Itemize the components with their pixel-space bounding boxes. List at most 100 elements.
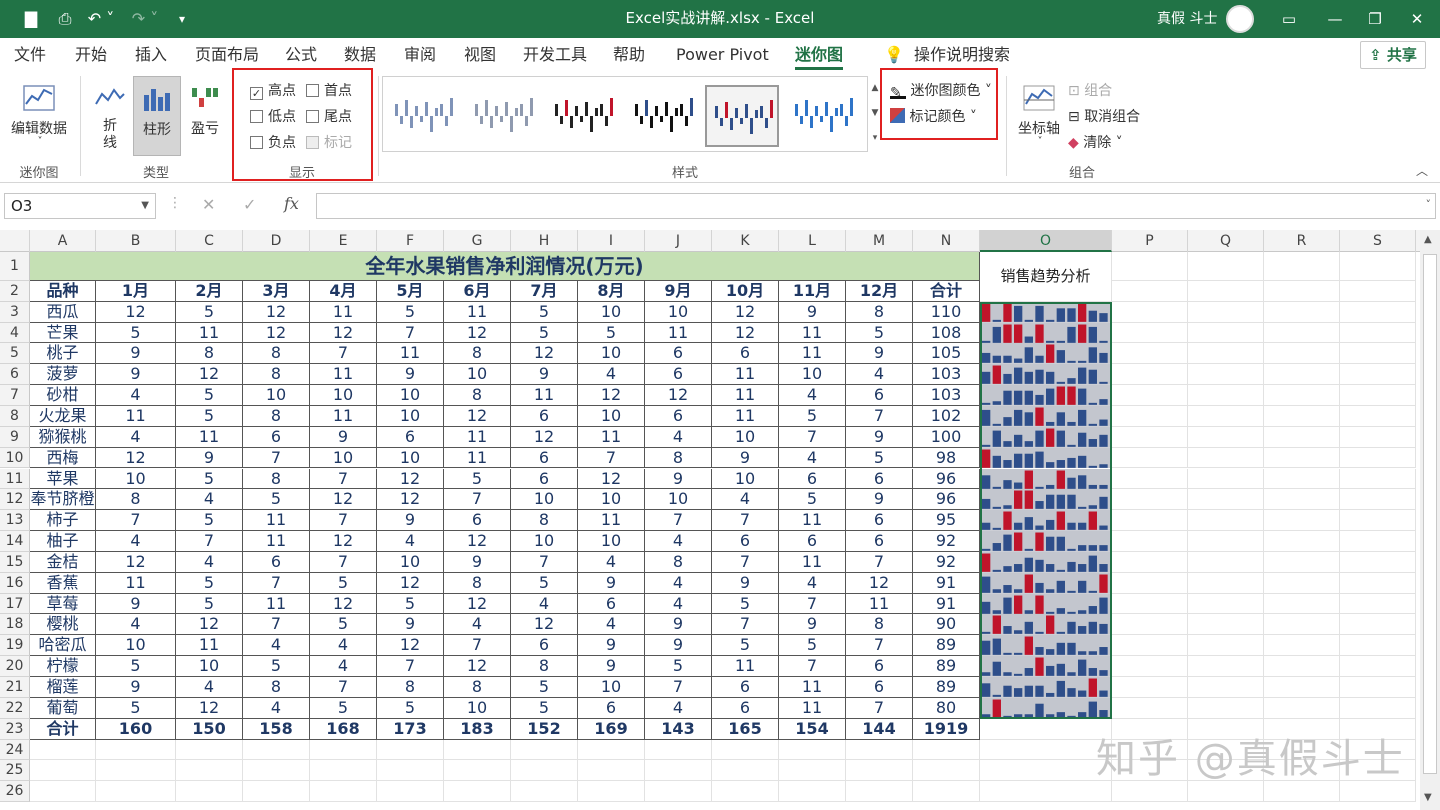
- style-thumb-5[interactable]: [705, 85, 779, 147]
- cell[interactable]: [1188, 531, 1264, 552]
- tab-data[interactable]: 数据: [344, 38, 376, 72]
- month-value[interactable]: 8: [96, 489, 176, 511]
- sheet-title[interactable]: 全年水果销售净利润情况(万元): [30, 252, 980, 281]
- month-value[interactable]: 11: [176, 322, 243, 344]
- month-value[interactable]: 5: [243, 656, 310, 677]
- cell[interactable]: [1340, 489, 1416, 511]
- month-value[interactable]: 10: [377, 385, 444, 406]
- cell[interactable]: [1340, 343, 1416, 365]
- month-value[interactable]: 12: [846, 572, 913, 594]
- cell[interactable]: [1112, 697, 1188, 719]
- group-button[interactable]: ⊡ 组合: [1068, 80, 1112, 100]
- month-value[interactable]: 5: [176, 468, 243, 490]
- month-value[interactable]: 6: [511, 447, 578, 469]
- cell[interactable]: [1264, 252, 1340, 281]
- month-value[interactable]: 10: [578, 531, 645, 552]
- user-name[interactable]: 真假 斗士: [1157, 0, 1217, 38]
- row-total[interactable]: 95: [913, 510, 980, 532]
- month-value[interactable]: 10: [310, 385, 377, 406]
- cell[interactable]: [1340, 551, 1416, 573]
- row-total[interactable]: 89: [913, 635, 980, 657]
- column-total[interactable]: 143: [645, 718, 712, 740]
- month-value[interactable]: 4: [779, 385, 846, 406]
- month-value[interactable]: 5: [578, 322, 645, 344]
- cell[interactable]: [1340, 572, 1416, 594]
- cell[interactable]: [1188, 364, 1264, 386]
- month-value[interactable]: 6: [645, 364, 712, 386]
- row-header[interactable]: 26: [0, 781, 30, 803]
- month-value[interactable]: 6: [712, 697, 779, 719]
- month-value[interactable]: 9: [645, 614, 712, 636]
- cell[interactable]: [712, 760, 779, 782]
- style-thumb-1[interactable]: [387, 85, 461, 147]
- month-value[interactable]: 12: [377, 468, 444, 490]
- month-value[interactable]: 11: [243, 510, 310, 532]
- month-value[interactable]: 7: [176, 531, 243, 552]
- sparkline-cell[interactable]: [980, 510, 1112, 532]
- cell[interactable]: [30, 739, 96, 761]
- cell[interactable]: [1340, 593, 1416, 615]
- month-value[interactable]: 4: [645, 572, 712, 594]
- column-header-k[interactable]: K: [712, 230, 779, 252]
- column-header-c[interactable]: C: [176, 230, 243, 252]
- tab-home[interactable]: 开始: [75, 38, 107, 72]
- column-total[interactable]: 169: [578, 718, 645, 740]
- month-value[interactable]: 8: [444, 343, 511, 365]
- month-value[interactable]: 5: [96, 697, 176, 719]
- month-value[interactable]: 7: [846, 697, 913, 719]
- last-point-checkbox[interactable]: 尾点: [306, 106, 352, 126]
- month-value[interactable]: 6: [712, 531, 779, 552]
- month-value[interactable]: 5: [176, 405, 243, 427]
- month-value[interactable]: 6: [712, 677, 779, 698]
- month-value[interactable]: 11: [176, 426, 243, 448]
- column-total[interactable]: 158: [243, 718, 310, 740]
- cell[interactable]: [176, 760, 243, 782]
- month-value[interactable]: 7: [444, 635, 511, 657]
- fruit-name[interactable]: 榴莲: [30, 677, 96, 698]
- cell[interactable]: [444, 781, 511, 803]
- cell[interactable]: [243, 739, 310, 761]
- tab-page-layout[interactable]: 页面布局: [195, 38, 259, 72]
- month-value[interactable]: 5: [511, 322, 578, 344]
- month-value[interactable]: 6: [444, 510, 511, 532]
- month-value[interactable]: 7: [243, 447, 310, 469]
- cell[interactable]: [1112, 343, 1188, 365]
- row-header[interactable]: 18: [0, 614, 30, 636]
- row-total[interactable]: 105: [913, 343, 980, 365]
- cell[interactable]: [1264, 635, 1340, 657]
- column-title[interactable]: 品种: [30, 280, 96, 302]
- row-total[interactable]: 92: [913, 531, 980, 552]
- tab-review[interactable]: 审阅: [404, 38, 436, 72]
- month-value[interactable]: 11: [712, 405, 779, 427]
- month-value[interactable]: 9: [846, 426, 913, 448]
- month-value[interactable]: 11: [779, 697, 846, 719]
- cell[interactable]: [1264, 280, 1340, 302]
- month-value[interactable]: 6: [846, 677, 913, 698]
- month-value[interactable]: 12: [511, 426, 578, 448]
- restore-icon[interactable]: ❐: [1352, 0, 1398, 38]
- cell[interactable]: [1340, 385, 1416, 406]
- month-value[interactable]: 4: [779, 447, 846, 469]
- row-header[interactable]: 1: [0, 252, 30, 281]
- cell[interactable]: [1112, 385, 1188, 406]
- cell[interactable]: [1188, 781, 1264, 803]
- column-title[interactable]: 2月: [176, 280, 243, 302]
- column-total[interactable]: 165: [712, 718, 779, 740]
- month-value[interactable]: 4: [578, 364, 645, 386]
- month-value[interactable]: 11: [645, 322, 712, 344]
- cell[interactable]: [1188, 572, 1264, 594]
- month-value[interactable]: 5: [779, 405, 846, 427]
- month-value[interactable]: 4: [243, 635, 310, 657]
- month-value[interactable]: 7: [444, 489, 511, 511]
- row-total[interactable]: 90: [913, 614, 980, 636]
- month-value[interactable]: 5: [511, 301, 578, 323]
- sparkline-cell[interactable]: [980, 531, 1112, 552]
- sparkline-cell[interactable]: [980, 468, 1112, 490]
- month-value[interactable]: 6: [846, 510, 913, 532]
- cell[interactable]: [243, 781, 310, 803]
- month-value[interactable]: 11: [377, 343, 444, 365]
- month-value[interactable]: 5: [444, 468, 511, 490]
- cell[interactable]: [1340, 447, 1416, 469]
- month-value[interactable]: 11: [511, 385, 578, 406]
- cell[interactable]: [779, 760, 846, 782]
